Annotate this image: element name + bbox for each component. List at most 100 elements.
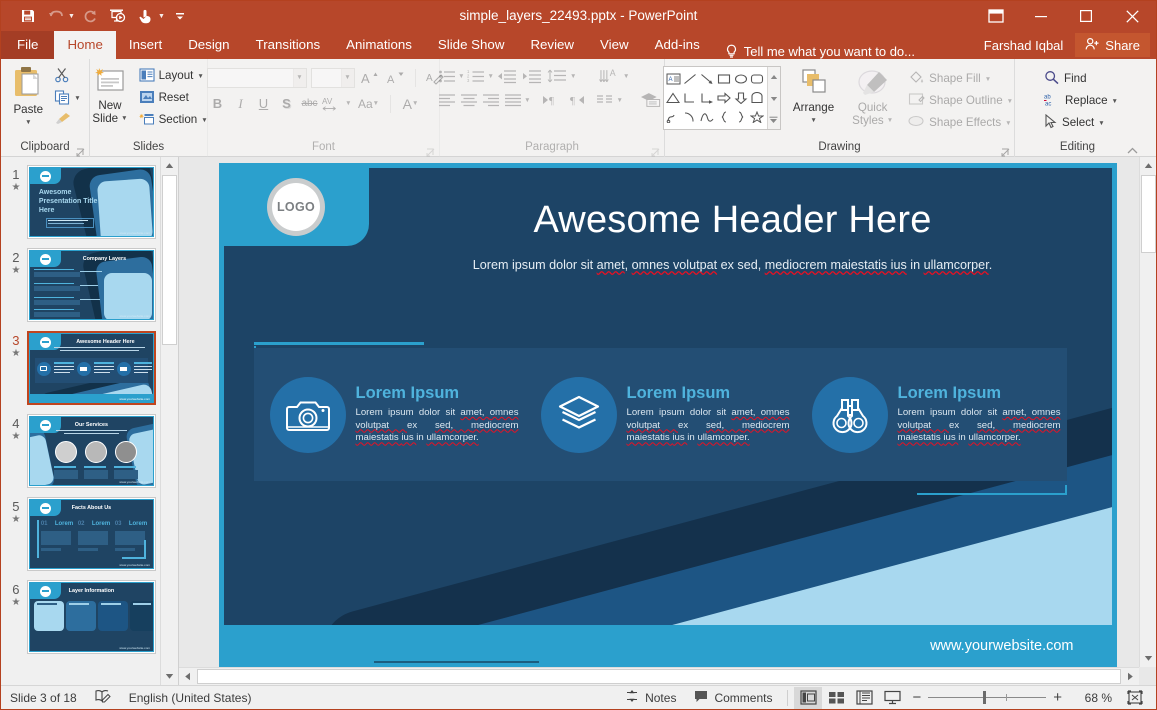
font-name-dropdown-caret[interactable]: ▼ — [293, 69, 306, 87]
stage-scroll-down-button[interactable] — [1140, 650, 1156, 667]
current-slide[interactable]: LOGO Awesome Header Here Lorem ipsum dol… — [219, 163, 1117, 668]
start-presentation-icon[interactable] — [105, 4, 131, 28]
tab-transitions[interactable]: Transitions — [243, 31, 334, 59]
line-spacing-icon[interactable] — [545, 66, 569, 86]
thumb-scroll-down-button[interactable] — [161, 668, 178, 685]
comments-button[interactable]: Comments — [685, 686, 781, 710]
arrange-button[interactable]: Arrange ▼ — [787, 66, 840, 127]
underline-button[interactable]: U — [253, 93, 275, 114]
thumbnail-slide-1[interactable]: 1 ★ Awesome Presentation Title Here — [1, 165, 160, 248]
slide-editing-stage[interactable]: LOGO Awesome Header Here Lorem ipsum dol… — [179, 157, 1156, 685]
align-right-icon[interactable] — [480, 90, 501, 110]
shape-right-brace-icon[interactable] — [732, 108, 749, 127]
decrease-indent-icon[interactable] — [495, 66, 519, 86]
thumbnail-slide-2[interactable]: 2 ★ Company Layers — [1, 248, 160, 331]
shape-curve-icon[interactable] — [699, 108, 716, 127]
shape-oval-icon[interactable] — [732, 69, 749, 88]
decrease-font-size-icon[interactable]: A — [385, 67, 407, 88]
tell-me-search[interactable]: Tell me what you want to do... — [713, 44, 915, 59]
close-icon[interactable] — [1108, 1, 1156, 31]
slideshow-button[interactable] — [878, 687, 906, 709]
ribbon-display-options-icon[interactable] — [973, 1, 1018, 31]
shape-textbox-icon[interactable]: A — [665, 69, 682, 88]
touch-mode-dropdown-caret[interactable]: ▼ — [158, 13, 165, 20]
minimize-icon[interactable] — [1018, 1, 1063, 31]
shape-flowchart-icon[interactable] — [749, 88, 766, 107]
touch-mode-icon[interactable] — [133, 4, 159, 28]
slide-sorter-button[interactable] — [822, 687, 850, 709]
increase-font-size-icon[interactable]: A — [359, 67, 381, 88]
redo-icon[interactable] — [77, 4, 103, 28]
notes-button[interactable]: Notes — [616, 686, 685, 710]
stage-hscroll-thumb[interactable] — [197, 669, 1121, 684]
align-center-icon[interactable] — [458, 90, 479, 110]
format-painter-button[interactable] — [51, 109, 83, 131]
slide-vertical-scrollbar[interactable] — [1139, 157, 1156, 667]
numbering-icon[interactable]: 123 — [466, 66, 487, 86]
font-size-dropdown-caret[interactable]: ▼ — [341, 69, 354, 87]
share-button[interactable]: Share — [1075, 33, 1150, 57]
thumbnail-slide-3[interactable]: 3 ★ Awesome Header Here — [1, 331, 160, 414]
collapse-ribbon-button[interactable] — [1127, 145, 1136, 154]
paste-dropdown-caret[interactable]: ▼ — [25, 116, 31, 129]
save-icon[interactable] — [15, 4, 41, 28]
shape-line-icon[interactable] — [682, 69, 699, 88]
select-button[interactable]: Select ▼ — [1041, 112, 1121, 134]
shape-elbow-connector-icon[interactable] — [682, 88, 699, 107]
shapes-gallery[interactable]: A — [663, 66, 781, 130]
zoom-out-button[interactable]: − — [912, 691, 921, 705]
feature-column-1[interactable]: Lorem Ipsum Lorem ipsum dolor sit amet, … — [254, 377, 525, 453]
font-color-button[interactable]: A▼ — [396, 93, 426, 114]
bold-button[interactable]: B — [207, 93, 229, 114]
feature-column-3[interactable]: Lorem Ipsum Lorem ipsum dolor sit amet, … — [796, 377, 1067, 453]
stage-scroll-thumb[interactable] — [1141, 175, 1156, 253]
shape-down-arrow-icon[interactable] — [732, 88, 749, 107]
find-button[interactable]: Find — [1041, 68, 1121, 90]
zoom-slider[interactable]: − + — [906, 691, 1068, 705]
tab-add-ins[interactable]: Add-ins — [642, 31, 713, 59]
shape-rounded-rectangle-icon[interactable] — [749, 69, 766, 88]
tab-file[interactable]: File — [1, 31, 54, 59]
thumbnail-slide-6[interactable]: 6 ★ Layer Information — [1, 580, 160, 663]
thumbnail-scrollbar[interactable] — [160, 157, 178, 685]
clipboard-dialog-launcher[interactable] — [76, 147, 85, 156]
customize-qat-icon[interactable] — [167, 4, 193, 28]
undo-dropdown-caret[interactable]: ▼ — [68, 13, 75, 20]
spellcheck-status[interactable] — [86, 686, 120, 710]
shapes-scroll-up-icon[interactable] — [770, 69, 778, 83]
zoom-percent[interactable]: 68 % — [1068, 691, 1112, 705]
thumbnail-slide-4[interactable]: 4 ★ Our Services — [1, 414, 160, 497]
select-dropdown-caret[interactable]: ▼ — [1098, 120, 1104, 127]
shape-outline-button[interactable]: Shape Outline ▼ — [905, 90, 1016, 112]
features-panel[interactable]: Lorem Ipsum Lorem ipsum dolor sit amet, … — [254, 348, 1067, 481]
slide-horizontal-scrollbar[interactable] — [179, 667, 1139, 685]
paragraph-dialog-launcher[interactable] — [651, 147, 660, 156]
shape-right-arrow-icon[interactable] — [715, 88, 732, 107]
shape-elbow-arrow-icon[interactable] — [699, 88, 716, 107]
slide-thumbnail-pane[interactable]: 1 ★ Awesome Presentation Title Here — [1, 157, 179, 685]
zoom-track[interactable] — [928, 697, 1046, 698]
new-slide-dropdown-caret[interactable]: ▼ — [121, 112, 127, 125]
paste-button[interactable]: Paste ▼ — [6, 64, 50, 129]
language-status[interactable]: English (United States) — [120, 686, 261, 710]
shape-left-brace-icon[interactable] — [715, 108, 732, 127]
thumb-scroll-up-button[interactable] — [161, 157, 178, 174]
change-case-button[interactable]: Aa▼ — [353, 93, 385, 114]
stage-scroll-up-button[interactable] — [1140, 157, 1156, 174]
thumbnail-slide-5[interactable]: 5 ★ Facts About Us 01 Lorem 02 — [1, 497, 160, 580]
character-spacing-button[interactable]: AV ▼ — [322, 93, 352, 114]
shape-star-icon[interactable] — [749, 108, 766, 127]
slide-count[interactable]: Slide 3 of 18 — [1, 686, 86, 710]
italic-button[interactable]: I — [230, 93, 252, 114]
ltr-text-direction-icon[interactable]: ¶ — [540, 90, 566, 110]
font-size-input[interactable]: ▼ — [311, 68, 355, 88]
undo-icon[interactable] — [43, 4, 69, 28]
restore-icon[interactable] — [1063, 1, 1108, 31]
feature-column-2[interactable]: Lorem Ipsum Lorem ipsum dolor sit amet, … — [525, 377, 796, 453]
shape-fill-button[interactable]: Shape Fill ▼ — [905, 68, 1016, 90]
stage-scroll-left-button[interactable] — [179, 668, 196, 685]
tab-animations[interactable]: Animations — [333, 31, 425, 59]
reading-view-button[interactable] — [850, 687, 878, 709]
tab-design[interactable]: Design — [175, 31, 242, 59]
bullets-icon[interactable] — [436, 66, 457, 86]
